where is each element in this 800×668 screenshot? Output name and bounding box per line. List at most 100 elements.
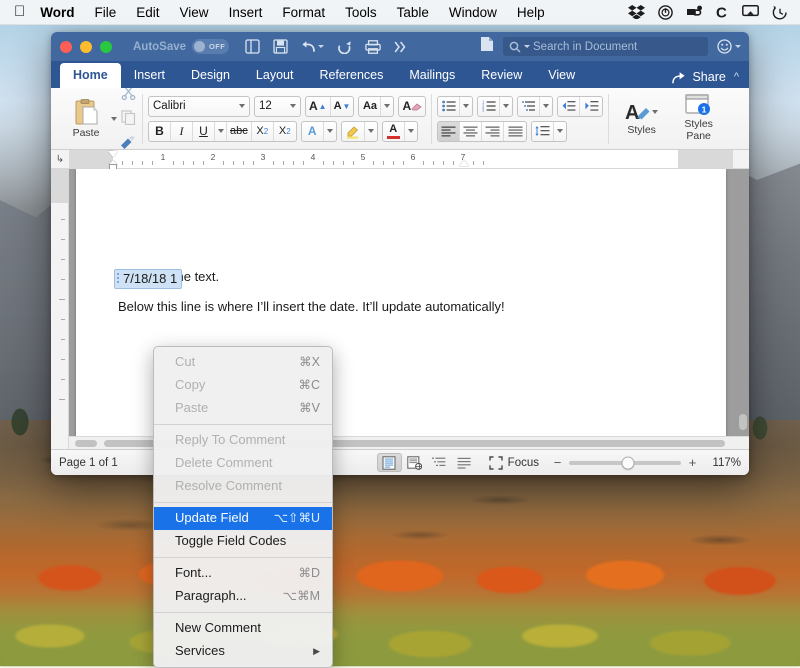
redo-icon[interactable] <box>337 40 352 54</box>
paste-dropdown-caret[interactable] <box>111 116 117 121</box>
search-input[interactable]: Search in Document <box>503 37 708 56</box>
bold-button[interactable]: B <box>149 121 171 141</box>
line-spacing-button[interactable] <box>532 121 555 141</box>
clear-formatting-button[interactable]: A <box>399 97 425 116</box>
text-effects-button[interactable]: A <box>302 121 324 141</box>
vertical-scroll-thumb[interactable] <box>739 413 747 430</box>
multilevel-list-button[interactable] <box>518 96 541 116</box>
highlight-caret[interactable] <box>365 122 377 141</box>
web-layout-icon[interactable] <box>402 453 427 472</box>
tab-review[interactable]: Review <box>468 63 535 88</box>
grow-font-button[interactable]: A ▲ <box>306 96 331 116</box>
outline-view-icon[interactable] <box>427 453 452 472</box>
document-icon[interactable] <box>480 36 494 57</box>
autosave-toggle[interactable]: OFF <box>192 39 230 54</box>
context-menu-item-font[interactable]: Font... ⌘D <box>154 562 332 585</box>
feedback-smiley-button[interactable] <box>717 39 741 54</box>
search-scope-caret[interactable] <box>524 45 530 48</box>
context-menu-item-new-comment[interactable]: New Comment <box>154 617 332 640</box>
justify-button[interactable] <box>504 122 526 141</box>
c-letter-icon[interactable]: C <box>716 5 729 20</box>
undo-icon[interactable] <box>301 40 325 53</box>
shrink-font-button[interactable]: A ▼ <box>331 97 354 116</box>
menu-item-word[interactable]: Word <box>38 5 84 20</box>
tab-design[interactable]: Design <box>178 63 243 88</box>
more-chevrons-icon[interactable] <box>394 41 407 53</box>
align-center-button[interactable] <box>460 121 483 141</box>
airplay-icon[interactable] <box>742 5 759 19</box>
menu-item-window[interactable]: Window <box>439 5 507 20</box>
context-menu-item-update-field[interactable]: Update Field ⌥⇧⌘U <box>154 507 332 530</box>
autosave-control[interactable]: AutoSave OFF <box>133 39 230 54</box>
print-layout-icon[interactable] <box>376 453 402 472</box>
menu-item-help[interactable]: Help <box>507 5 555 20</box>
tab-stop-selector[interactable]: ↳ <box>51 150 69 168</box>
multilevel-caret[interactable] <box>540 97 552 116</box>
text-effects-caret[interactable] <box>324 122 336 141</box>
context-menu-item-delete-comment[interactable]: Delete Comment <box>154 452 332 475</box>
tab-insert[interactable]: Insert <box>121 63 178 88</box>
close-button[interactable] <box>60 40 72 53</box>
numbering-caret[interactable] <box>500 97 512 116</box>
paste-button[interactable]: Paste <box>64 98 108 139</box>
menu-item-edit[interactable]: Edit <box>126 5 169 20</box>
font-size-caret[interactable] <box>290 104 296 108</box>
apple-logo-icon[interactable]:  <box>0 4 38 19</box>
numbering-button[interactable]: 123 <box>478 96 501 116</box>
styles-button[interactable]: A Styles <box>618 100 665 137</box>
first-line-indent-marker[interactable] <box>108 151 118 157</box>
save-icon[interactable] <box>273 39 288 54</box>
line-spacing-caret[interactable] <box>554 122 566 141</box>
tab-references[interactable]: References <box>306 63 396 88</box>
align-right-button[interactable] <box>482 121 505 141</box>
menu-item-tools[interactable]: Tools <box>335 5 387 20</box>
highlight-button[interactable] <box>342 121 365 141</box>
zoom-in-button[interactable]: + <box>688 455 697 470</box>
horizontal-scroll-thumb-left[interactable] <box>75 440 97 447</box>
font-color-button[interactable]: A <box>383 121 405 141</box>
smiley-dropdown-caret[interactable] <box>735 45 741 48</box>
zoom-slider-handle[interactable] <box>621 456 635 469</box>
collapse-ribbon-icon[interactable]: ^ <box>734 71 739 83</box>
subscript-button[interactable]: X2 <box>252 121 274 141</box>
zoom-out-button[interactable]: − <box>553 455 562 470</box>
menu-item-view[interactable]: View <box>170 5 219 20</box>
menu-item-file[interactable]: File <box>85 5 127 20</box>
context-menu-item-services[interactable]: Services ▶ <box>154 640 332 663</box>
context-menu-item-cut[interactable]: Cut ⌘X <box>154 351 332 374</box>
context-menu-item-copy[interactable]: Copy ⌘C <box>154 374 332 397</box>
styles-caret[interactable] <box>652 110 659 115</box>
onedrive-circle-icon[interactable] <box>658 4 673 20</box>
font-size-combo[interactable]: 12 <box>254 95 301 117</box>
horizontal-ruler[interactable]: 1 2 3 4 5 6 7 <box>69 150 733 170</box>
bullets-button[interactable] <box>438 96 461 116</box>
context-menu-item-paste[interactable]: Paste ⌘V <box>154 397 332 420</box>
undo-dropdown-caret[interactable] <box>318 45 325 48</box>
print-icon[interactable] <box>365 39 381 54</box>
tab-layout[interactable]: Layout <box>243 63 307 88</box>
caffeine-icon[interactable] <box>686 5 703 19</box>
align-left-button[interactable] <box>438 121 461 141</box>
strikethrough-button[interactable]: abc <box>227 121 252 141</box>
cut-icon[interactable] <box>121 85 136 105</box>
page-count-label[interactable]: Page 1 of 1 <box>59 457 126 469</box>
increase-indent-button[interactable] <box>580 97 602 116</box>
zoom-slider[interactable] <box>569 456 681 469</box>
copy-icon[interactable] <box>120 110 136 130</box>
date-field[interactable]: 7/18/18 1 <box>114 269 183 289</box>
underline-caret[interactable] <box>215 121 227 141</box>
tab-mailings[interactable]: Mailings <box>396 63 468 88</box>
focus-button[interactable]: Focus <box>488 455 539 470</box>
new-document-icon[interactable] <box>245 39 260 54</box>
change-case-caret[interactable] <box>381 97 393 116</box>
decrease-indent-button[interactable] <box>558 96 581 116</box>
underline-button[interactable]: U <box>193 121 215 141</box>
context-menu-item-reply-to-comment[interactable]: Reply To Comment <box>154 429 332 452</box>
zoom-percent-label[interactable]: 117% <box>707 457 741 469</box>
font-color-caret[interactable] <box>405 122 417 141</box>
minimize-button[interactable] <box>80 40 92 53</box>
tab-home[interactable]: Home <box>60 62 121 88</box>
context-menu-item-paragraph[interactable]: Paragraph... ⌥⌘M <box>154 585 332 608</box>
dropbox-icon[interactable] <box>628 5 645 19</box>
right-indent-marker[interactable] <box>459 160 469 166</box>
